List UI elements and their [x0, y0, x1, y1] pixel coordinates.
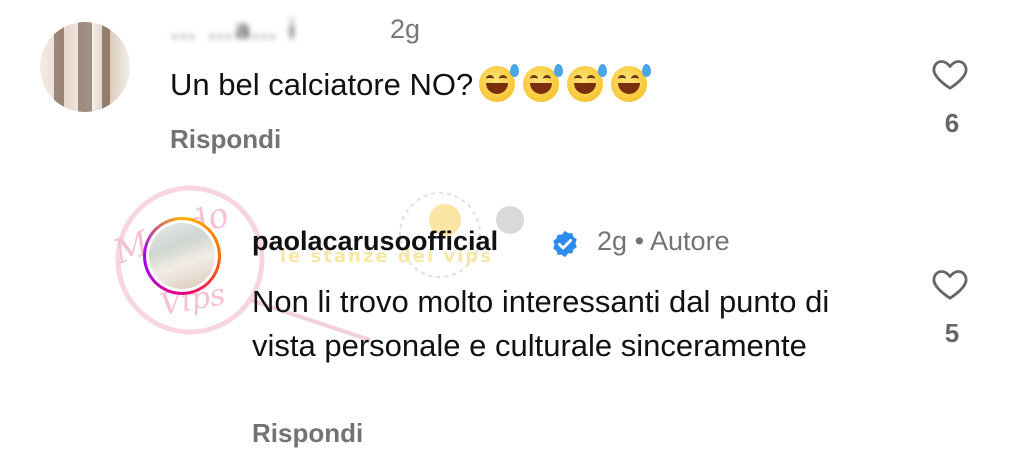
like-count: 6 [944, 108, 960, 138]
author-avatar[interactable] [143, 217, 221, 295]
comment-time: 2g [597, 226, 628, 256]
grinning-sweat-emoji [609, 64, 652, 104]
commenter-username[interactable]: … …a… i [170, 14, 380, 44]
meta-separator: • [634, 226, 645, 256]
comment-text-body: Un bel calciatore NO? [170, 67, 474, 102]
grinning-sweat-emoji [521, 64, 564, 104]
heart-outline-icon[interactable] [930, 54, 970, 94]
grinning-sweat-emoji [477, 64, 520, 104]
comment-text: Un bel calciatore NO? [170, 64, 652, 104]
comment-meta: 2g • Autore [597, 226, 730, 257]
grinning-sweat-emoji [565, 64, 608, 104]
comment-time: 2g [390, 14, 421, 44]
like-count: 5 [944, 318, 960, 348]
reply-button[interactable]: Rispondi [170, 124, 281, 155]
author-username[interactable]: paolacarusoofficial [252, 226, 498, 257]
author-badge: Autore [650, 226, 730, 256]
verified-badge-icon [550, 229, 580, 259]
comment-text: Non li trovo molto interessanti dal punt… [252, 284, 830, 363]
heart-outline-icon[interactable] [930, 264, 970, 304]
commenter-avatar[interactable] [40, 22, 130, 112]
reply-button[interactable]: Rispondi [252, 418, 363, 449]
